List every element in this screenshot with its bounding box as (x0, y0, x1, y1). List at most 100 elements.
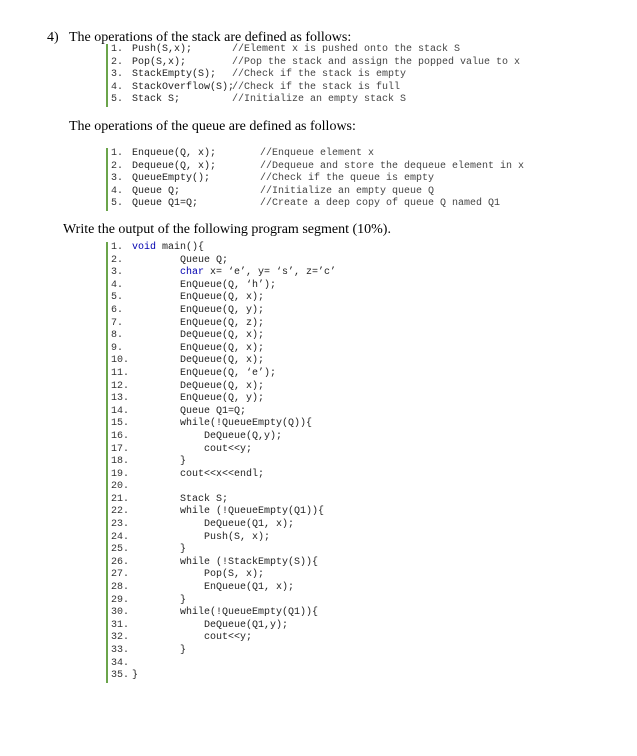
code-statement: Stack S; (132, 493, 229, 505)
code-text: DeQueue(Q, x); (132, 381, 264, 394)
program-line: 12. DeQueue(Q, x); (108, 381, 408, 394)
stack_ops-line: 5. Stack S; //Initialize an empty stack S (108, 94, 528, 107)
code-text: Stack S; (132, 494, 228, 507)
code-text: DeQueue(Q, x); (132, 330, 264, 343)
code-text: EnQueue(Q, z); (132, 318, 264, 331)
code-comment: //Create a deep copy of queue Q named Q1 (260, 198, 501, 210)
code-statement: } (132, 670, 139, 682)
line-number: 4. (111, 279, 124, 291)
line-number: 1. (111, 242, 124, 253)
line-number: 3. (111, 173, 124, 185)
code-statement: cout<<y; (132, 632, 253, 644)
program-line: 17. cout<<y; (108, 444, 408, 457)
code-statement: while (!QueueEmpty(Q1)){ (132, 506, 325, 518)
task-instruction: Write the output of the following progra… (63, 222, 391, 237)
program-line: 29. } (108, 595, 408, 608)
code-comment: //Element x is pushed onto the stack S (232, 44, 461, 55)
line-number: 15. (111, 418, 130, 430)
code-text: } (132, 595, 186, 608)
program-line: 23. DeQueue(Q1, x); (108, 519, 408, 532)
line-number: 10. (111, 355, 130, 367)
line-number: 20. (111, 481, 130, 493)
code-text: StackEmpty(S); (132, 69, 217, 81)
program-line: 24. Push(S, x); (108, 532, 408, 545)
line-number: 24. (111, 531, 130, 543)
code-statement: Pop(S, x); (132, 569, 265, 581)
code-statement: cout<<y; (132, 443, 253, 455)
line-number: 11. (111, 367, 130, 379)
code-text: EnQueue(Q, ‘h’); (132, 280, 276, 293)
stack-ops-block: 1. Push(S,x); //Element x is pushed onto t… (106, 44, 528, 107)
line-number: 22. (111, 506, 130, 518)
queue_ops-line: 1. Enqueue(Q, x); //Enqueue element x (108, 148, 538, 161)
line-number: 21. (111, 493, 130, 505)
code-statement: while (!StackEmpty(S)){ (132, 556, 319, 568)
code-statement: EnQueue(Q, y); (132, 393, 265, 405)
program-line: 15. while(!QueueEmpty(Q)){ (108, 418, 408, 431)
code-keyword: void (132, 242, 157, 253)
code-comment: //Check if the stack is full (232, 81, 401, 93)
code-text: void main(){ (132, 242, 204, 255)
queue_ops-line: 4. Queue Q; //Initialize an empty queue Q (108, 186, 538, 199)
line-number: 25. (111, 544, 130, 556)
code-text: QueueEmpty(); (132, 173, 211, 185)
code-statement: Queue Q1=Q; (132, 405, 247, 417)
code-keyword: char (132, 267, 205, 279)
code-statement: Queue Q; (132, 254, 229, 266)
code-statement: DeQueue(Q, x); (132, 330, 265, 342)
code-statement: DeQueue(Q1,y); (132, 619, 289, 631)
stack_ops-line: 1. Push(S,x); //Element x is pushed onto t… (108, 44, 528, 57)
code-statement: EnQueue(Q, y); (132, 304, 265, 316)
code-statement: x= ‘e’, y= ‘s’, z=’c’ (204, 267, 337, 279)
code-text: DeQueue(Q, x); (132, 355, 264, 368)
program-line: 18. } (108, 456, 408, 469)
program-line: 32. cout<<y; (108, 632, 408, 645)
line-number: 34. (111, 657, 130, 669)
line-number: 4. (111, 185, 124, 197)
line-number: 18. (111, 456, 130, 468)
code-text: } (132, 456, 186, 469)
question-number: 4) (47, 30, 59, 45)
program-line: 27. Pop(S, x); (108, 569, 408, 582)
program-line: 10. DeQueue(Q, x); (108, 355, 408, 368)
code-text: Dequeue(Q, x); (132, 160, 217, 172)
code-text: Stack S; (132, 94, 181, 106)
code-text: Queue Q1=Q; (132, 406, 246, 419)
code-comment: //Initialize an empty queue Q (260, 185, 435, 197)
program-line: 21. Stack S; (108, 494, 408, 507)
code-text: cout<<y; (132, 632, 252, 645)
code-statement: cout<<x<<endl; (132, 468, 265, 480)
program-line: 26. while (!StackEmpty(S)){ (108, 557, 408, 570)
program-line: 5. EnQueue(Q, x); (108, 292, 408, 305)
line-number: 14. (111, 405, 130, 417)
program-line: 19. cout<<x<<endl; (108, 469, 408, 482)
program-line: 20. (108, 481, 408, 494)
line-number: 28. (111, 582, 130, 594)
program-line: 16. DeQueue(Q,y); (108, 431, 408, 444)
line-number: 4. (111, 81, 124, 93)
code-text: Queue Q1=Q; (132, 198, 199, 210)
code-text: Pop(S, x); (132, 569, 264, 582)
line-number: 2. (111, 160, 124, 172)
code-statement: EnQueue(Q, z); (132, 317, 265, 329)
code-statement: } (132, 544, 187, 556)
code-text: EnQueue(Q, x); (132, 343, 264, 356)
code-text: DeQueue(Q1,y); (132, 620, 288, 633)
code-text: cout<<y; (132, 444, 252, 457)
program-line: 31. DeQueue(Q1,y); (108, 620, 408, 633)
line-number: 17. (111, 443, 130, 455)
code-text: EnQueue(Q, ‘e’); (132, 368, 276, 381)
line-number: 19. (111, 468, 130, 480)
line-number: 2. (111, 56, 124, 68)
queue-intro: The operations of the queue are defined … (69, 119, 356, 134)
code-text: EnQueue(Q1, x); (132, 582, 294, 595)
code-statement: } (132, 594, 187, 606)
program-line: 34. (108, 658, 408, 671)
line-number: 30. (111, 607, 130, 619)
program-line: 8. DeQueue(Q, x); (108, 330, 408, 343)
line-number: 29. (111, 594, 130, 606)
code-comment: //Initialize an empty stack S (232, 94, 407, 106)
program-line: 4. EnQueue(Q, ‘h’); (108, 280, 408, 293)
code-text: DeQueue(Q,y); (132, 431, 282, 444)
line-number: 5. (111, 94, 124, 106)
